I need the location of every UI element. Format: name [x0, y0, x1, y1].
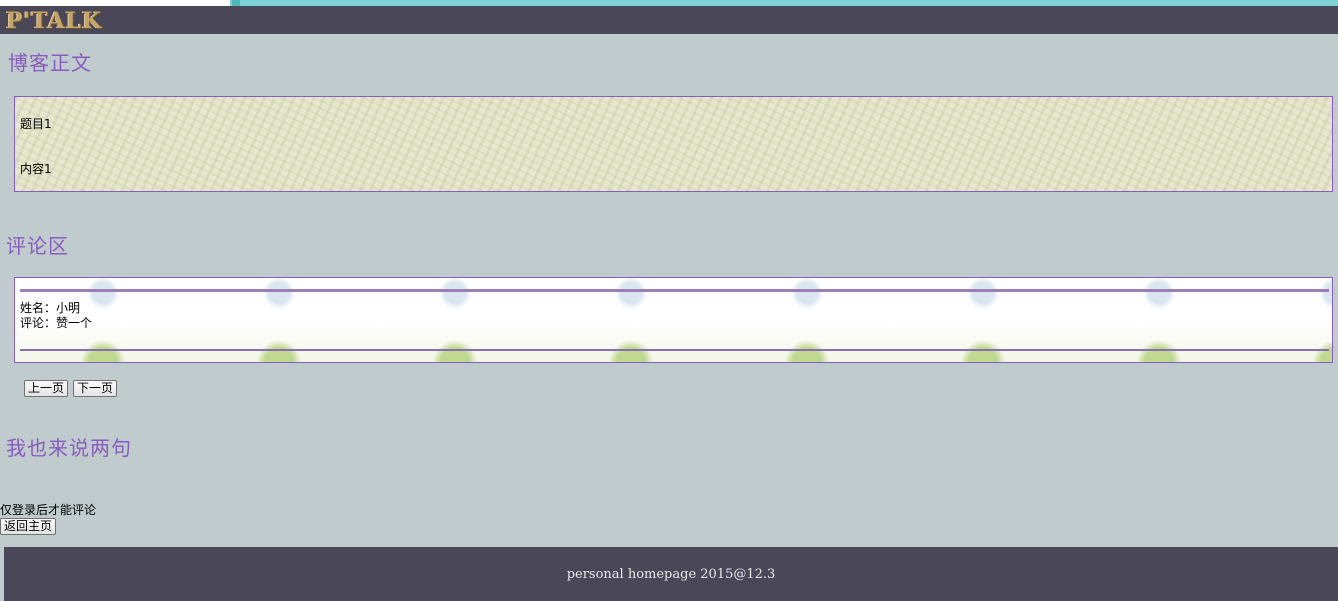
- comment-divider-bottom: [20, 349, 1329, 351]
- comment-divider-top: [20, 289, 1329, 292]
- post-card: 题目1 内容1: [14, 96, 1333, 192]
- add-comment-section-title: 我也来说两句: [6, 436, 132, 460]
- comments-section-title: 评论区: [6, 234, 69, 258]
- site-logo[interactable]: P'TALK: [6, 9, 102, 33]
- footer-text: personal homepage 2015@12.3: [566, 567, 776, 582]
- post-content: 内容1: [20, 162, 52, 176]
- back-home-button[interactable]: 返回主页: [0, 518, 56, 535]
- post-title: 题目1: [20, 117, 52, 131]
- comment-list: 姓名：小明 评论：赞一个: [14, 277, 1333, 363]
- login-required-note: 仅登录后才能评论: [0, 503, 97, 517]
- comment-body: 评论：赞一个: [20, 316, 93, 330]
- prev-page-button[interactable]: 上一页: [24, 380, 68, 397]
- site-header: P'TALK: [0, 6, 1338, 34]
- blog-section-title: 博客正文: [8, 51, 92, 75]
- next-page-button[interactable]: 下一页: [73, 380, 117, 397]
- site-footer: personal homepage 2015@12.3: [4, 547, 1338, 601]
